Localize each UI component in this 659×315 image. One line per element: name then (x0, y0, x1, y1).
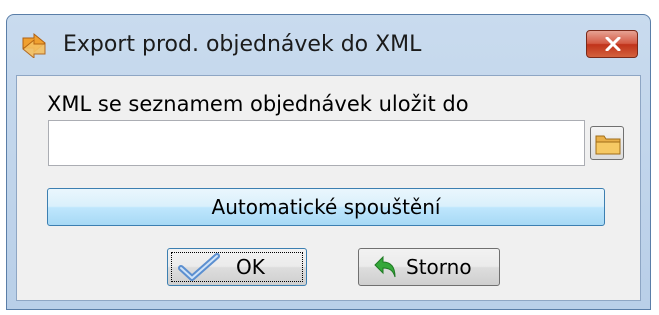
close-icon (605, 37, 621, 51)
cancel-label: Storno (406, 255, 472, 279)
window-title: Export prod. objednávek do XML (63, 32, 422, 57)
close-button[interactable] (586, 30, 638, 58)
folder-icon (595, 135, 621, 155)
title-bar[interactable]: Export prod. objednávek do XML (7, 15, 650, 75)
cancel-button[interactable]: Storno (358, 248, 500, 286)
ok-label: OK (236, 255, 265, 279)
undo-arrow-icon (374, 255, 396, 278)
browse-button[interactable] (590, 126, 624, 160)
ok-button[interactable]: OK (167, 248, 307, 286)
auto-start-button[interactable]: Automatické spouštění (47, 188, 605, 226)
checkmark-icon (178, 253, 220, 281)
path-input[interactable] (48, 120, 585, 166)
export-arrows-icon (21, 32, 47, 60)
path-label: XML se seznamem objednávek uložit do (47, 92, 469, 116)
dialog-window: Export prod. objednávek do XML XML se se… (6, 14, 651, 310)
dialog-content: XML se seznamem objednávek uložit do Aut… (16, 75, 641, 301)
